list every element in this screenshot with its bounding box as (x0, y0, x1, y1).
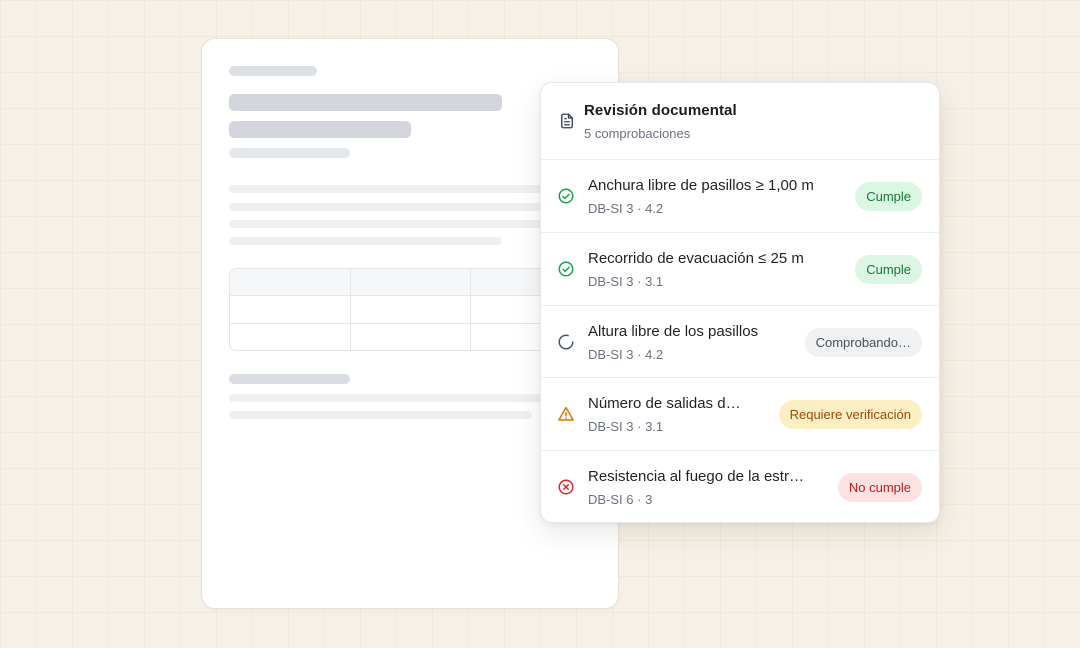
check-row[interactable]: Altura libre de los pasillos DB-SI 3 · 4… (541, 306, 939, 379)
check-reference: DB-SI 3 · 3.1 (588, 419, 664, 435)
check-title: Número de salidas d… (588, 395, 741, 413)
check-title: Anchura libre de pasillos ≥ 1,00 m (588, 177, 814, 194)
skeleton-table (229, 268, 589, 351)
status-badge: No cumple (837, 473, 922, 503)
check-title: Recorrido de evacuación ≤ 25 m (588, 249, 804, 267)
skeleton-line (229, 66, 317, 76)
panel-subtitle: 5 comprobaciones (584, 126, 691, 141)
check-circle-icon (558, 261, 574, 277)
skeleton-line (229, 185, 559, 193)
skeleton-line (229, 394, 559, 402)
skeleton-line (229, 203, 559, 211)
status-badge: Cumple (855, 182, 922, 211)
check-row[interactable]: Número de salidas d… DB-SI 3 · 3.1 Requi… (541, 378, 939, 452)
check-reference: DB-SI 3 · 4.2 (588, 201, 664, 216)
panel-header: Revisión documental 5 comprobaciones (541, 83, 939, 160)
check-row[interactable]: Recorrido de evacuación ≤ 25 m DB-SI 3 ·… (541, 233, 939, 306)
check-reference: DB-SI 3 · 3.1 (588, 273, 664, 289)
skeleton-title (229, 121, 411, 138)
skeleton-line (229, 374, 350, 384)
skeleton-line (229, 220, 559, 228)
skeleton-line (229, 411, 532, 419)
check-row[interactable]: Resistencia al fuego de la estr… DB-SI 6… (541, 451, 939, 522)
status-badge: Requiere verificación (778, 400, 922, 430)
check-reference: DB-SI 6 · 3 (588, 492, 653, 508)
skeleton-line (229, 148, 350, 158)
skeleton-table-divider (350, 269, 351, 350)
review-panel: Revisión documental 5 comprobaciones Anc… (540, 82, 940, 523)
skeleton-title (229, 94, 502, 111)
check-title: Resistencia al fuego de la estr… (588, 468, 804, 486)
check-title: Altura libre de los pasillos (588, 322, 759, 340)
document-icon (561, 113, 573, 129)
check-reference: DB-SI 3 · 4.2 (588, 346, 664, 362)
spinner-icon (558, 334, 574, 350)
status-badge: Cumple (855, 254, 922, 284)
skeleton-table-header (230, 269, 588, 296)
skeleton-line (229, 237, 502, 245)
check-circle-icon (558, 188, 574, 204)
warning-triangle-icon (558, 407, 574, 422)
x-circle-icon (558, 479, 574, 495)
panel-title: Revisión documental (584, 102, 737, 119)
status-badge: Comprobando… (804, 327, 922, 357)
skeleton-table-divider (470, 269, 471, 350)
skeleton-table-divider (230, 323, 588, 324)
check-row[interactable]: Anchura libre de pasillos ≥ 1,00 m DB-SI… (541, 160, 939, 233)
